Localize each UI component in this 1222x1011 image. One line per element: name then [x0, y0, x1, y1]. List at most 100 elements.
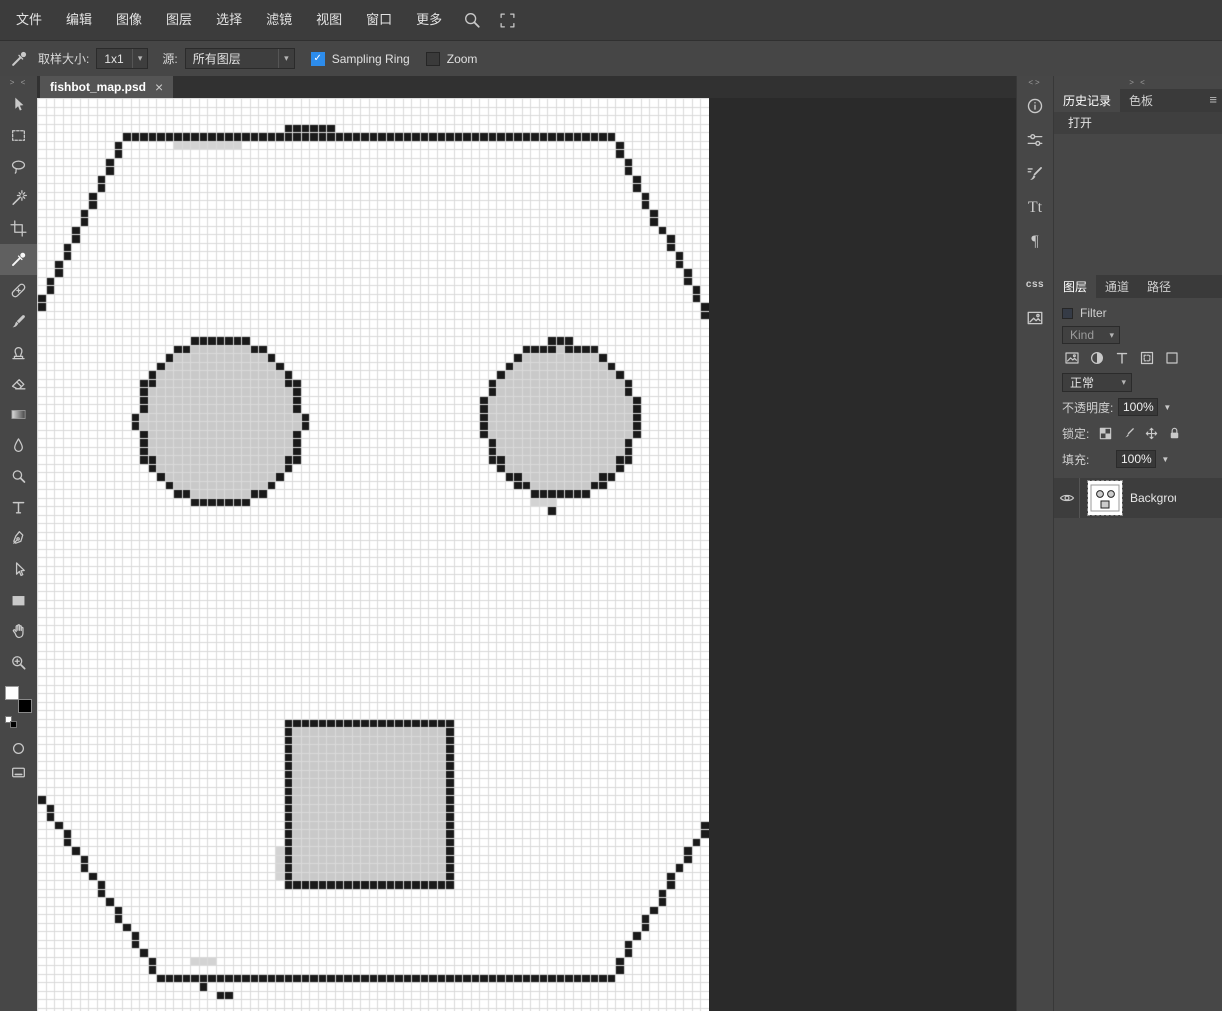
- filter-shape-icon[interactable]: [1162, 349, 1182, 367]
- menu-file[interactable]: 文件: [4, 0, 54, 40]
- tool-dodge[interactable]: [0, 461, 37, 492]
- transparency-lock-icon[interactable]: [1095, 424, 1116, 442]
- menu-select[interactable]: 选择: [204, 0, 254, 40]
- position-lock-icon[interactable]: [1141, 424, 1162, 442]
- tab-channels[interactable]: 通道: [1096, 275, 1138, 298]
- filter-smart-object-icon[interactable]: [1137, 349, 1157, 367]
- menu-layer[interactable]: 图层: [154, 0, 204, 40]
- document-tab[interactable]: fishbot_map.psd ×: [40, 76, 174, 98]
- right-icon-strip: <> Tt ¶ css: [1016, 76, 1053, 1011]
- strip-collapse-handle[interactable]: <>: [1017, 76, 1053, 89]
- filter-label: Filter: [1080, 306, 1107, 320]
- tab-paths[interactable]: 路径: [1138, 275, 1180, 298]
- screen-mode-icon[interactable]: [0, 760, 37, 784]
- filter-type-icon[interactable]: [1112, 349, 1132, 367]
- filter-checkbox[interactable]: [1062, 307, 1073, 319]
- source-select[interactable]: 所有图层 ▾: [184, 48, 295, 69]
- tool-crop[interactable]: [0, 213, 37, 244]
- document-tabstrip: fishbot_map.psd ×: [37, 76, 1016, 98]
- photopea-app: 文件 编辑 图像 图层 选择 滤镜 视图 窗口 更多 取样大小: 1x1 ▾ 源…: [0, 0, 1222, 1011]
- pixel-lock-icon[interactable]: [1118, 424, 1139, 442]
- tool-clone-stamp[interactable]: [0, 337, 37, 368]
- tool-pen[interactable]: [0, 523, 37, 554]
- toolbar-collapse-handle[interactable]: > <: [0, 76, 37, 89]
- character-panel-icon[interactable]: Tt: [1017, 191, 1054, 225]
- brush-settings-icon[interactable]: [1017, 157, 1054, 191]
- foreground-color-swatch[interactable]: [5, 686, 19, 700]
- zoom-label: Zoom: [446, 51, 478, 66]
- opacity-slider-icon[interactable]: ▼: [1163, 403, 1171, 412]
- sampling-ring-checkbox[interactable]: ✓ Sampling Ring: [310, 51, 410, 66]
- main-area: > < fishbot_map.psd × <> Tt ¶ css > < 历史…: [0, 76, 1222, 1011]
- paragraph-panel-icon[interactable]: ¶: [1017, 225, 1054, 259]
- layer-row-background[interactable]: Background: [1054, 478, 1222, 518]
- tool-type[interactable]: [0, 492, 37, 523]
- sample-size-value: 1x1: [104, 51, 124, 66]
- panel-collapse-handle[interactable]: > <: [1054, 76, 1222, 89]
- tab-history[interactable]: 历史记录: [1054, 89, 1121, 112]
- sample-size-select[interactable]: 1x1 ▾: [96, 48, 149, 69]
- filter-adjustment-icon[interactable]: [1087, 349, 1107, 367]
- fill-value[interactable]: 100%: [1116, 450, 1157, 468]
- fill-slider-icon[interactable]: ▼: [1161, 455, 1169, 464]
- document-tab-title: fishbot_map.psd: [50, 80, 147, 94]
- tab-close-icon[interactable]: ×: [155, 80, 163, 94]
- tool-blur[interactable]: [0, 430, 37, 461]
- quick-mask-icon[interactable]: [0, 736, 37, 760]
- menu-image[interactable]: 图像: [104, 0, 154, 40]
- tab-swatches[interactable]: 色板: [1120, 89, 1162, 112]
- tool-gradient[interactable]: [0, 399, 37, 430]
- blend-mode-value: 正常: [1070, 375, 1095, 390]
- document-canvas[interactable]: [37, 98, 709, 1011]
- tool-rectangle[interactable]: [0, 585, 37, 616]
- tool-magic-wand[interactable]: [0, 182, 37, 213]
- tool-hand[interactable]: [0, 616, 37, 647]
- layer-visibility-eye-icon[interactable]: [1054, 478, 1080, 518]
- left-toolbar: > <: [0, 76, 37, 1011]
- tab-layers[interactable]: 图层: [1054, 275, 1097, 298]
- caret-down-icon: ▾: [1109, 329, 1114, 340]
- tool-brush[interactable]: [0, 306, 37, 337]
- default-colors-icon[interactable]: [5, 716, 17, 728]
- search-icon[interactable]: [463, 11, 481, 29]
- opacity-value[interactable]: 100%: [1118, 398, 1159, 416]
- image-panel-icon[interactable]: [1017, 301, 1054, 335]
- tool-move[interactable]: [0, 89, 37, 120]
- workspace: [37, 98, 1016, 1011]
- color-swatches[interactable]: [5, 686, 32, 713]
- checkbox-icon: ✓: [425, 51, 440, 66]
- tool-lasso[interactable]: [0, 151, 37, 182]
- menu-edit[interactable]: 编辑: [54, 0, 104, 40]
- document-area: fishbot_map.psd ×: [37, 76, 1016, 1011]
- tool-zoom[interactable]: [0, 647, 37, 678]
- lock-row: 锁定:: [1054, 420, 1222, 446]
- menu-view[interactable]: 视图: [304, 0, 354, 40]
- tool-eraser[interactable]: [0, 368, 37, 399]
- tool-eyedropper[interactable]: [0, 244, 37, 275]
- filter-image-icon[interactable]: [1062, 349, 1082, 367]
- sample-size-label: 取样大小:: [38, 52, 90, 66]
- css-panel-icon[interactable]: css: [1017, 267, 1054, 301]
- lock-label: 锁定:: [1062, 426, 1090, 441]
- caret-down-icon: ▾: [278, 49, 289, 68]
- tool-healing[interactable]: [0, 275, 37, 306]
- lock-all-icon[interactable]: [1164, 424, 1185, 442]
- history-entry-open[interactable]: 打开: [1054, 112, 1222, 134]
- tool-marquee[interactable]: [0, 120, 37, 151]
- kind-select[interactable]: Kind ▾: [1062, 326, 1120, 344]
- tool-path-select[interactable]: [0, 554, 37, 585]
- fill-row: 填充: 100% ▼: [1054, 446, 1222, 472]
- blend-mode-select[interactable]: 正常 ▾: [1062, 372, 1132, 392]
- layer-thumbnail[interactable]: [1087, 480, 1123, 516]
- panel-menu-icon[interactable]: ≡: [1209, 92, 1217, 107]
- menu-window[interactable]: 窗口: [354, 0, 404, 40]
- fullscreen-icon[interactable]: [499, 12, 516, 29]
- menu-filter[interactable]: 滤镜: [254, 0, 304, 40]
- layers-empty-area: [1054, 518, 1222, 1011]
- info-icon[interactable]: [1017, 89, 1054, 123]
- kind-value: Kind: [1070, 328, 1095, 342]
- menu-more[interactable]: 更多: [404, 0, 454, 40]
- background-color-swatch[interactable]: [18, 699, 32, 713]
- zoom-checkbox[interactable]: ✓ Zoom: [425, 51, 478, 66]
- adjustments-icon[interactable]: [1017, 123, 1054, 157]
